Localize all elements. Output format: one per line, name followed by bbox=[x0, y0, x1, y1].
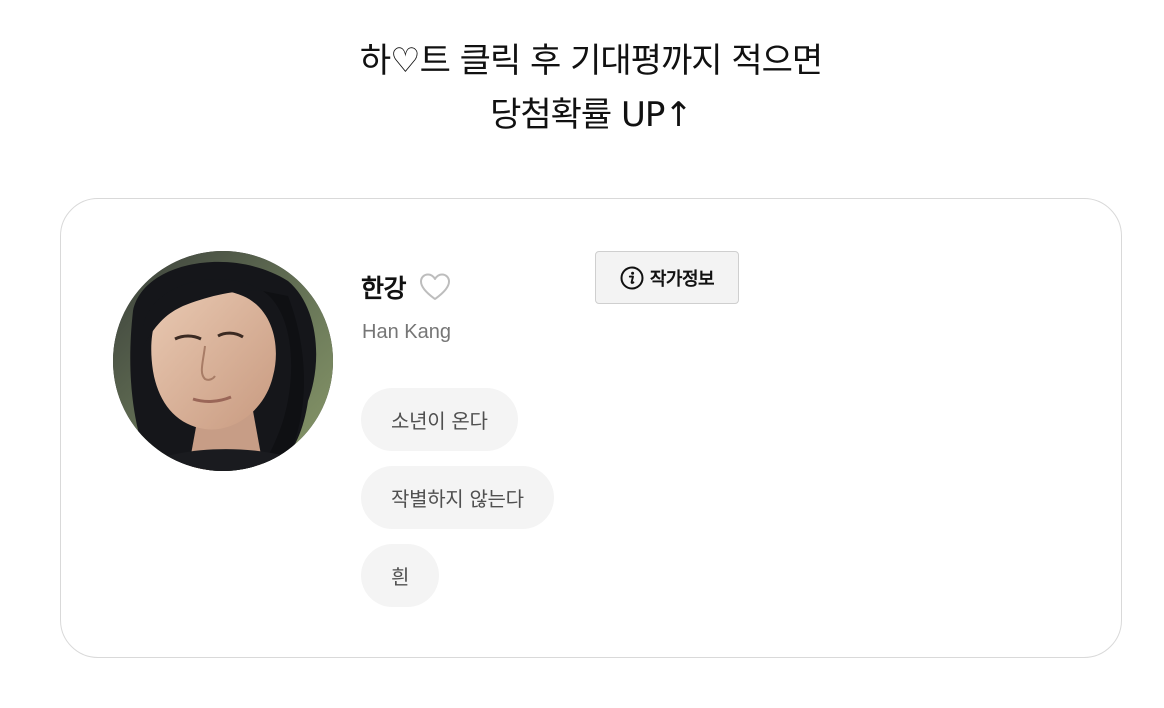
author-info-button[interactable]: 작가정보 bbox=[595, 251, 739, 304]
author-name-english: Han Kang bbox=[362, 321, 451, 343]
heart-outline-icon[interactable] bbox=[418, 272, 452, 302]
promo-headline-line-2: 당첨확률 UP↑ bbox=[490, 95, 693, 135]
book-chip[interactable]: 작별하지 않는다 bbox=[361, 466, 554, 529]
author-name: 한강 bbox=[361, 274, 407, 303]
author-photo bbox=[113, 251, 333, 471]
author-info-label: 작가정보 bbox=[649, 268, 715, 290]
info-circle-icon bbox=[620, 266, 644, 290]
promo-headline-line-1: 하♡트 클릭 후 기대평까지 적으면 bbox=[359, 41, 823, 81]
author-card: 한강 Han Kang 작가정보 소년이 온다 작별하지 않는다 흰 bbox=[60, 198, 1122, 658]
author-photo-illustration bbox=[113, 251, 333, 471]
promo-headline: 하♡트 클릭 후 기대평까지 적으면 당첨확률 UP↑ bbox=[0, 34, 1164, 142]
author-book-list: 소년이 온다 작별하지 않는다 흰 bbox=[361, 388, 554, 622]
book-chip[interactable]: 소년이 온다 bbox=[361, 388, 518, 451]
book-chip[interactable]: 흰 bbox=[361, 544, 440, 607]
author-name-row: 한강 bbox=[361, 269, 452, 305]
